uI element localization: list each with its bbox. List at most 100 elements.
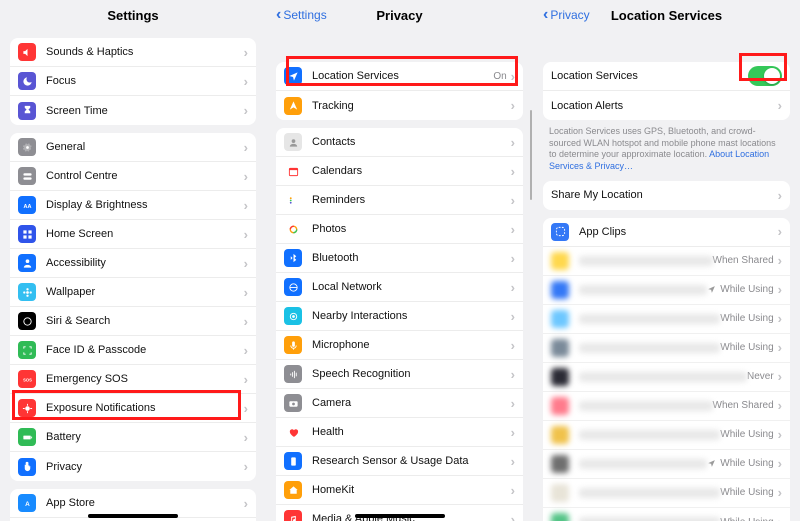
privacy-row-homekit[interactable]: HomeKit› <box>276 476 523 505</box>
row-label: Speech Recognition <box>312 368 511 380</box>
privacy-row-research-sensor-usage-data[interactable]: Research Sensor & Usage Data› <box>276 447 523 476</box>
location-status: While Using <box>720 458 773 469</box>
app-name-blurred <box>579 517 720 521</box>
chevron-right-icon: › <box>778 515 782 521</box>
row-label: Sounds & Haptics <box>46 46 244 58</box>
privacy-row-nearby-interactions[interactable]: Nearby Interactions› <box>276 302 523 331</box>
privacy-row-microphone[interactable]: Microphone› <box>276 331 523 360</box>
app-location-row[interactable]: Never› <box>543 363 790 392</box>
settings-row-privacy[interactable]: Privacy› <box>10 452 256 481</box>
back-button[interactable]: ‹ Settings <box>276 0 327 30</box>
privacy-row-bluetooth[interactable]: Bluetooth› <box>276 244 523 273</box>
back-button[interactable]: ‹ Privacy <box>543 0 590 30</box>
privacy-row-local-network[interactable]: Local Network› <box>276 273 523 302</box>
chevron-right-icon: › <box>778 224 782 239</box>
app-icon <box>551 426 569 444</box>
settings-row-general[interactable]: General› <box>10 133 256 162</box>
row-label: Screen Time <box>46 105 244 117</box>
chevron-right-icon: › <box>511 69 515 84</box>
chevron-right-icon: › <box>778 282 782 297</box>
location-alerts-row[interactable]: Location Alerts › <box>543 91 790 120</box>
app-location-row[interactable]: While Using› <box>543 421 790 450</box>
row-label: Home Screen <box>46 228 244 240</box>
location-status: While Using <box>720 313 773 324</box>
row-label: Wallpaper <box>46 286 244 298</box>
chevron-right-icon: › <box>244 140 248 155</box>
app-location-row[interactable]: When Shared› <box>543 247 790 276</box>
location-status: When Shared <box>713 255 774 266</box>
chevron-right-icon: › <box>511 98 515 113</box>
privacy-row-speech-recognition[interactable]: Speech Recognition› <box>276 360 523 389</box>
app-name-blurred <box>579 256 713 266</box>
settings-row-focus[interactable]: Focus› <box>10 67 256 96</box>
settings-row-accessibility[interactable]: Accessibility› <box>10 249 256 278</box>
toggle-switch[interactable] <box>748 66 782 86</box>
svg-text:SOS: SOS <box>23 377 32 382</box>
home-indicator[interactable] <box>88 514 178 518</box>
app-location-row[interactable]: While Using› <box>543 450 790 479</box>
privacy-row-contacts[interactable]: Contacts› <box>276 128 523 157</box>
settings-row-siri-search[interactable]: Siri & Search› <box>10 307 256 336</box>
chevron-right-icon: › <box>511 338 515 353</box>
row-label: Location Services <box>312 70 493 82</box>
tracking-icon <box>284 97 302 115</box>
row-label: Tracking <box>312 100 511 112</box>
row-label: Health <box>312 426 511 438</box>
chevron-right-icon: › <box>511 483 515 498</box>
settings-row-exposure-notifications[interactable]: Exposure Notifications› <box>10 394 256 423</box>
app-location-row[interactable]: While Using› <box>543 305 790 334</box>
settings-row-home-screen[interactable]: Home Screen› <box>10 220 256 249</box>
privacy-row-location-services[interactable]: Location ServicesOn› <box>276 62 523 91</box>
settings-row-battery[interactable]: Battery› <box>10 423 256 452</box>
network-icon <box>284 278 302 296</box>
app-location-row[interactable]: While Using› <box>543 479 790 508</box>
settings-row-screen-time[interactable]: Screen Time› <box>10 96 256 125</box>
app-location-row[interactable]: While Using› <box>543 276 790 305</box>
page-title: Settings <box>107 8 158 23</box>
location-status: While Using <box>720 517 773 521</box>
share-my-location-row[interactable]: Share My Location › <box>543 181 790 210</box>
chevron-right-icon: › <box>244 401 248 416</box>
row-label: Location Services <box>551 70 748 82</box>
gear-icon <box>18 138 36 156</box>
privacy-row-photos[interactable]: Photos› <box>276 215 523 244</box>
row-label: Local Network <box>312 281 511 293</box>
app-location-row[interactable]: When Shared› <box>543 392 790 421</box>
app-icon <box>551 339 569 357</box>
app-name-blurred <box>579 488 720 498</box>
home-indicator[interactable] <box>355 514 445 518</box>
app-location-row[interactable]: While Using› <box>543 334 790 363</box>
privacy-row-tracking[interactable]: Tracking› <box>276 91 523 120</box>
scroll-indicator <box>530 110 532 200</box>
row-label: Control Centre <box>46 170 244 182</box>
settings-row-control-centre[interactable]: Control Centre› <box>10 162 256 191</box>
settings-row-display-brightness[interactable]: AADisplay & Brightness› <box>10 191 256 220</box>
app-location-row[interactable]: While Using › <box>543 508 790 521</box>
chevron-left-icon: ‹ <box>543 7 548 23</box>
row-label: Camera <box>312 397 511 409</box>
app-clips-row[interactable]: App Clips › <box>543 218 790 247</box>
privacy-row-media-apple-music[interactable]: Media & Apple Music› <box>276 505 523 521</box>
app-icon <box>551 513 569 521</box>
row-label: Focus <box>46 75 244 87</box>
privacy-row-reminders[interactable]: Reminders› <box>276 186 523 215</box>
settings-row-wallpaper[interactable]: Wallpaper› <box>10 278 256 307</box>
privacy-row-health[interactable]: Health› <box>276 418 523 447</box>
settings-row-emergency-sos[interactable]: SOSEmergency SOS› <box>10 365 256 394</box>
settings-row-face-id-passcode[interactable]: Face ID & Passcode› <box>10 336 256 365</box>
row-label: HomeKit <box>312 484 511 496</box>
nearby-icon <box>284 307 302 325</box>
row-label: Share My Location <box>551 189 778 201</box>
appstore-icon: A <box>18 494 36 512</box>
speech-icon <box>284 365 302 383</box>
header: Settings <box>0 0 266 30</box>
back-label: Settings <box>283 8 326 22</box>
privacy-row-calendars[interactable]: Calendars› <box>276 157 523 186</box>
row-label: Location Alerts <box>551 100 778 112</box>
chevron-right-icon: › <box>244 74 248 89</box>
location-status: While Using <box>720 487 773 498</box>
location-services-toggle-row[interactable]: Location Services <box>543 62 790 91</box>
chevron-right-icon: › <box>244 45 248 60</box>
settings-row-sounds-haptics[interactable]: Sounds & Haptics› <box>10 38 256 67</box>
privacy-row-camera[interactable]: Camera› <box>276 389 523 418</box>
